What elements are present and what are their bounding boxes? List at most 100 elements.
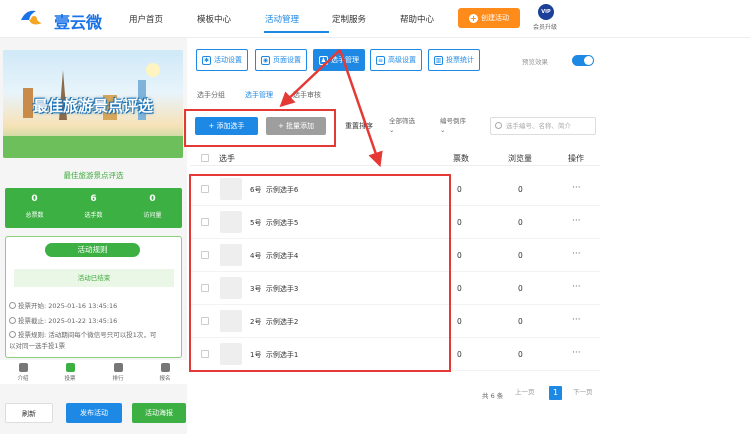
rules-title: 活动规则 xyxy=(45,243,140,257)
nav-help[interactable]: 帮助中心 xyxy=(400,13,434,25)
toggle-knob xyxy=(584,56,593,65)
trophy-icon xyxy=(113,363,123,372)
view-count: 0 xyxy=(518,218,523,227)
tab-contestant-management[interactable]: ♟ 选手管理 xyxy=(313,49,365,71)
search-input[interactable]: 选手编号、名称、简介 xyxy=(490,117,596,135)
rule-start-value: 2025-01-16 13:45:16 xyxy=(48,302,118,310)
next-page-button[interactable]: 下一页 xyxy=(573,386,593,396)
subtab-contestants[interactable]: 选手管理 xyxy=(245,90,273,100)
users-icon: ♟ xyxy=(319,55,328,65)
more-actions-button[interactable]: ··· xyxy=(572,183,581,193)
rule-start: 投票开始: 2025-01-16 13:45:16 xyxy=(9,300,117,310)
sliders-icon: ≡ xyxy=(376,55,385,65)
preview-toggle[interactable] xyxy=(572,55,594,66)
col-views: 浏览量 xyxy=(508,154,532,163)
poster-button[interactable]: 活动海报 xyxy=(132,403,186,423)
col-contestant: 选手 xyxy=(219,154,235,163)
reset-sort-button[interactable]: 重置排序 xyxy=(345,121,373,131)
nav-home[interactable]: 用户首页 xyxy=(129,13,163,25)
create-activity-label: 创建活动 xyxy=(481,14,509,22)
search-placeholder: 选手编号、名称、简介 xyxy=(506,122,571,130)
tab-activity-settings[interactable]: ✱ 活动设置 xyxy=(196,49,248,71)
stat-total-votes: 0 xyxy=(31,194,38,204)
vip-upgrade-link[interactable]: 会员升级 xyxy=(533,22,557,31)
top-header xyxy=(0,0,750,38)
tab-page-settings-label: 页面设置 xyxy=(273,56,301,64)
mobile-tabbar: 介绍 投票 排行 报名 xyxy=(0,360,187,384)
preview-label: 预览效果 xyxy=(522,58,548,66)
tab-ranking[interactable]: 排行 xyxy=(103,363,133,382)
tab-signup[interactable]: 报名 xyxy=(150,363,180,382)
tab-advanced-settings[interactable]: ≡ 高级设置 xyxy=(370,49,422,71)
filter-dropdown[interactable]: 全部筛选 ⌄ xyxy=(389,117,415,135)
tab-intro-label: 介绍 xyxy=(17,376,29,382)
refresh-button[interactable]: 刷新 xyxy=(5,403,53,423)
nav-custom-service[interactable]: 定制服务 xyxy=(332,13,366,25)
stat-visits: 0 xyxy=(149,194,156,204)
signup-icon xyxy=(160,363,170,372)
intro-icon xyxy=(18,363,28,372)
stat-contestants-label: 选手数 xyxy=(84,212,103,219)
vote-count: 0 xyxy=(457,350,462,359)
brand-name[interactable]: 壹云微 xyxy=(54,9,102,33)
activity-subtitle: 最佳旅游景点评选 xyxy=(63,171,124,180)
tab-ranking-label: 排行 xyxy=(112,376,124,382)
tab-intro[interactable]: 介绍 xyxy=(8,363,38,382)
tab-vote-label: 投票 xyxy=(64,376,76,382)
tab-advanced-settings-label: 高级设置 xyxy=(388,56,416,64)
banner-title: 最佳旅游景点评选 xyxy=(32,97,153,115)
clock-icon xyxy=(9,331,16,338)
subtab-groups[interactable]: 选手分组 xyxy=(197,90,225,100)
subtab-review[interactable]: 选手审核 xyxy=(293,90,321,100)
rule-start-label: 投票开始: xyxy=(18,302,47,310)
clock-icon xyxy=(9,317,16,324)
tab-page-settings[interactable]: ◉ 页面设置 xyxy=(255,49,307,71)
plus-icon: + xyxy=(469,13,478,23)
view-count: 0 xyxy=(518,251,523,260)
tab-signup-label: 报名 xyxy=(159,376,171,382)
prev-page-button[interactable]: 上一页 xyxy=(515,386,535,396)
vote-count: 0 xyxy=(457,284,462,293)
stats-bar: 0 总票数 6 选手数 0 访问量 xyxy=(5,188,182,228)
search-icon xyxy=(495,122,502,129)
more-actions-button[interactable]: ··· xyxy=(572,282,581,292)
nav-templates[interactable]: 模板中心 xyxy=(197,13,231,25)
tab-vote-statistics[interactable]: ▥ 投票统计 xyxy=(428,49,480,71)
rule-end: 投票截止: 2025-01-22 13:45:16 xyxy=(9,315,117,325)
more-actions-button[interactable]: ··· xyxy=(572,315,581,325)
activity-status: 活动已结束 xyxy=(14,269,174,287)
vote-icon xyxy=(65,363,75,372)
col-votes: 票数 xyxy=(453,154,469,163)
batch-add-button[interactable]: + 批量添加 xyxy=(266,117,326,135)
total-count: 共 6 条 xyxy=(482,392,504,400)
more-actions-button[interactable]: ··· xyxy=(572,249,581,259)
brand-logo-icon[interactable] xyxy=(18,7,48,29)
gear-icon: ✱ xyxy=(202,55,211,65)
add-contestant-button[interactable]: + 添加选手 xyxy=(195,117,258,135)
vote-count: 0 xyxy=(457,317,462,326)
vote-count: 0 xyxy=(457,251,462,260)
rule-end-value: 2025-01-22 13:45:16 xyxy=(48,317,118,325)
clock-icon xyxy=(9,302,16,309)
chart-icon: ▥ xyxy=(434,55,443,65)
sort-dropdown-label: 编号倒序 xyxy=(440,117,466,125)
view-count: 0 xyxy=(518,317,523,326)
stat-total-votes-label: 总票数 xyxy=(25,212,44,219)
tab-vote-statistics-label: 投票统计 xyxy=(446,56,474,64)
sort-dropdown[interactable]: 编号倒序 ⌄ xyxy=(440,117,466,135)
vip-icon[interactable]: VIP xyxy=(538,4,554,20)
select-all-checkbox[interactable] xyxy=(201,154,209,162)
view-count: 0 xyxy=(518,350,523,359)
page-1-button[interactable]: 1 xyxy=(549,386,562,400)
activity-banner: 最佳旅游景点评选 xyxy=(3,50,183,158)
tab-vote[interactable]: 投票 xyxy=(55,363,85,382)
stat-visits-label: 访问量 xyxy=(143,212,162,219)
more-actions-button[interactable]: ··· xyxy=(572,348,581,358)
page-icon: ◉ xyxy=(261,55,270,65)
rule-vote-label: 投票规则: xyxy=(18,331,47,339)
filter-dropdown-label: 全部筛选 xyxy=(389,117,415,125)
nav-activity-management[interactable]: 活动管理 xyxy=(265,13,299,25)
create-activity-button[interactable]: + 创建活动 xyxy=(458,8,520,28)
more-actions-button[interactable]: ··· xyxy=(572,216,581,226)
publish-button[interactable]: 发布活动 xyxy=(66,403,122,423)
